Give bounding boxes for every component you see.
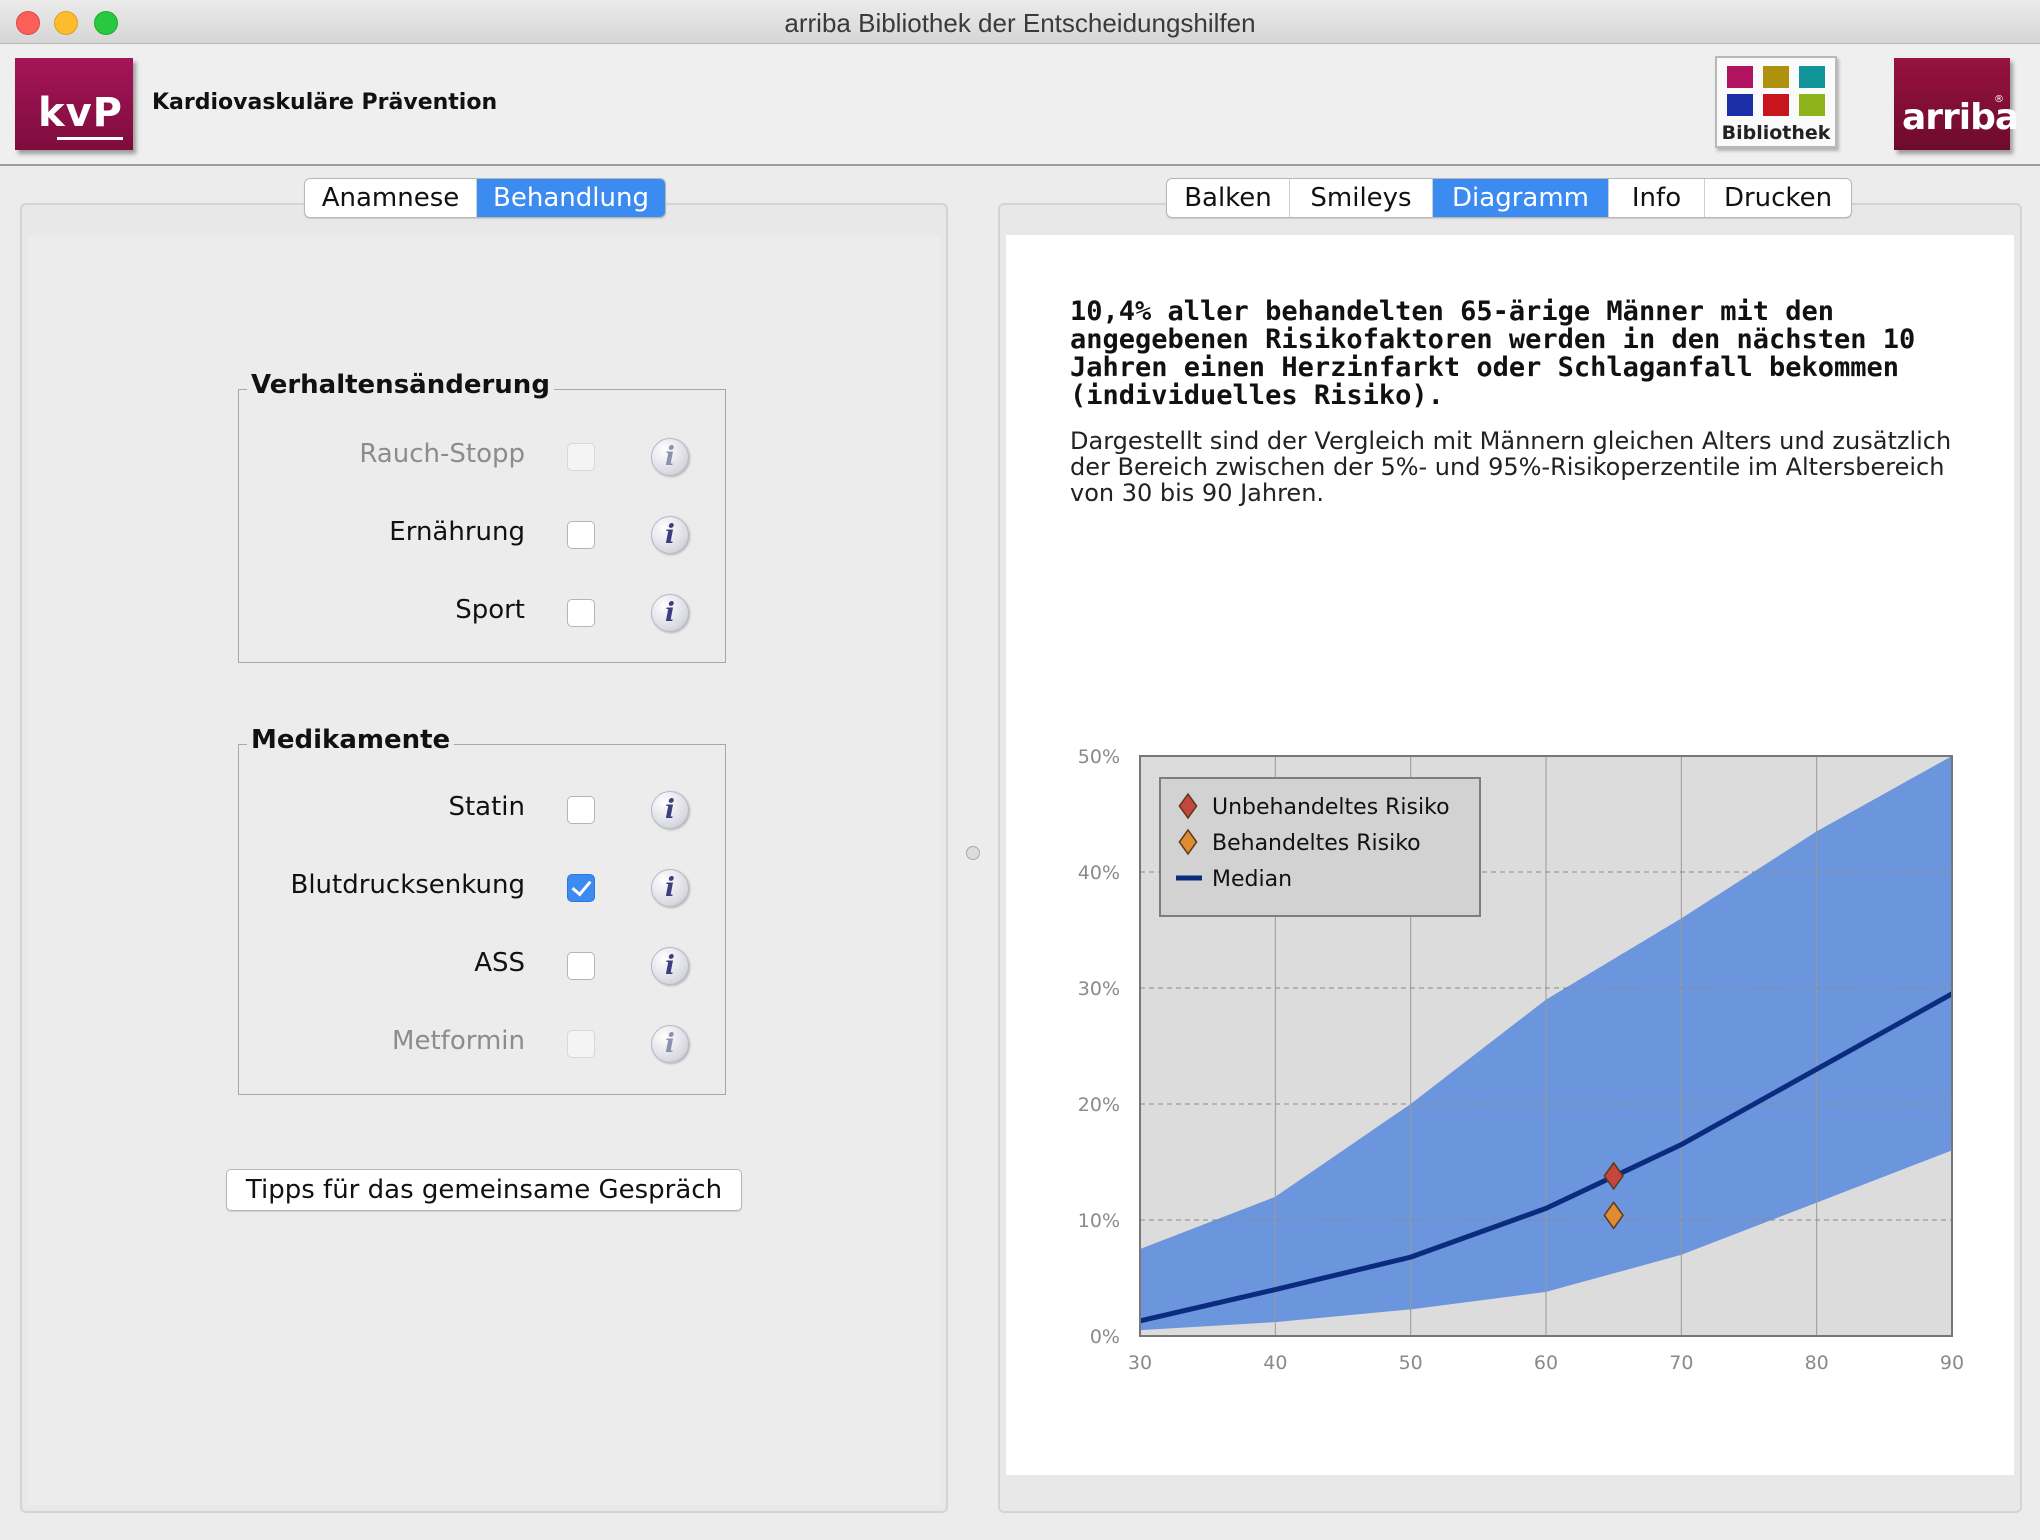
y-tick-label: 50% (1078, 746, 1120, 768)
y-tick-label: 30% (1078, 978, 1120, 1000)
kvp-logo: kvP (15, 58, 133, 150)
tab-anamnese[interactable]: Anamnese (305, 179, 477, 217)
option-row-ernaehrung: Ernährung i (239, 515, 725, 555)
option-row-ass: ASS i (239, 946, 725, 986)
y-tick-label: 10% (1078, 1210, 1120, 1232)
library-tile-icon (1727, 66, 1753, 88)
x-tick-label: 60 (1534, 1352, 1558, 1374)
kvp-logo-text: kvP (38, 90, 123, 136)
left-tab-bar: Anamnese Behandlung (304, 178, 666, 218)
x-tick-label: 90 (1940, 1352, 1964, 1374)
statin-checkbox[interactable] (567, 796, 595, 824)
ernaehrung-checkbox[interactable] (567, 521, 595, 549)
app-header: kvP Kardiovaskuläre Prävention Bibliothe… (0, 44, 2040, 166)
x-tick-label: 70 (1669, 1352, 1693, 1374)
option-label: Ernährung (389, 517, 525, 547)
library-tile-icon (1763, 94, 1789, 116)
y-tick-label: 0% (1090, 1326, 1120, 1348)
title-bar: arriba Bibliothek der Entscheidungshilfe… (0, 0, 2040, 44)
legend-entry: Unbehandeltes Risiko (1212, 795, 1450, 820)
info-icon[interactable]: i (651, 869, 689, 907)
option-label: Sport (455, 595, 525, 625)
risk-chart: 0% 10% 20% 30% 40% 50% 30 40 50 60 70 80 90 Unbehande… (1078, 746, 1964, 1374)
library-button[interactable]: Bibliothek (1715, 56, 1837, 148)
risk-description: Dargestellt sind der Vergleich mit Männe… (1070, 427, 1952, 507)
option-row-sport: Sport i (239, 593, 725, 633)
tab-info[interactable]: Info (1609, 179, 1705, 217)
splitter-handle[interactable] (966, 846, 980, 860)
option-row-blutdrucksenkung: Blutdrucksenkung i (239, 868, 725, 908)
tab-drucken[interactable]: Drucken (1705, 179, 1851, 217)
option-row-rauch-stopp: Rauch-Stopp i (239, 437, 725, 477)
library-tile-icon (1727, 94, 1753, 116)
info-icon[interactable]: i (651, 594, 689, 632)
tab-balken[interactable]: Balken (1167, 179, 1290, 217)
library-tile-icon (1799, 66, 1825, 88)
library-tile-icon (1763, 66, 1789, 88)
behavior-change-group: Verhaltensänderung Rauch-Stopp i Ernähru… (238, 370, 726, 663)
tips-button[interactable]: Tipps für das gemeinsame Gespräch (226, 1169, 742, 1211)
ass-checkbox[interactable] (567, 952, 595, 980)
app-name: Kardiovaskuläre Prävention (152, 90, 498, 115)
tab-behandlung[interactable]: Behandlung (477, 179, 665, 217)
library-label: Bibliothek (1721, 122, 1831, 144)
info-icon[interactable]: i (651, 947, 689, 985)
medication-title: Medikamente (247, 725, 455, 755)
rauch-stopp-checkbox[interactable] (567, 443, 595, 471)
option-label: Rauch-Stopp (359, 439, 525, 469)
library-tile-icon (1799, 94, 1825, 116)
medication-group: Medikamente Statin i Blutdrucksenkung i … (238, 725, 726, 1095)
option-label: Blutdrucksenkung (290, 870, 526, 900)
option-row-statin: Statin i (239, 790, 725, 830)
x-tick-label: 50 (1399, 1352, 1423, 1374)
tab-smileys[interactable]: Smileys (1290, 179, 1433, 217)
info-icon[interactable]: i (651, 516, 689, 554)
option-row-metformin: Metformin i (239, 1024, 725, 1064)
window-title: arriba Bibliothek der Entscheidungshilfe… (784, 8, 1256, 38)
y-tick-label: 20% (1078, 1094, 1120, 1116)
registered-mark-icon: ® (1994, 94, 2004, 105)
sport-checkbox[interactable] (567, 599, 595, 627)
right-tab-bar: Balken Smileys Diagramm Info Drucken (1166, 178, 1852, 218)
metformin-checkbox[interactable] (567, 1030, 595, 1058)
x-tick-label: 80 (1805, 1352, 1829, 1374)
risk-headline: 10,4% aller behandelten 65-ärige Männer … (1070, 296, 1916, 411)
blutdrucksenkung-checkbox[interactable] (567, 874, 595, 902)
option-label: Statin (448, 792, 525, 822)
arriba-logo: arriba ® (1894, 58, 2019, 150)
legend-entry: Behandeltes Risiko (1212, 831, 1421, 856)
option-label: ASS (474, 948, 525, 978)
info-icon[interactable]: i (651, 1025, 689, 1063)
legend-entry: Median (1212, 867, 1292, 892)
x-tick-label: 30 (1128, 1352, 1152, 1374)
x-tick-label: 40 (1263, 1352, 1287, 1374)
option-label: Metformin (392, 1026, 525, 1056)
tab-diagramm[interactable]: Diagramm (1433, 179, 1609, 217)
behavior-change-title: Verhaltensänderung (247, 370, 554, 400)
info-icon[interactable]: i (651, 791, 689, 829)
y-tick-label: 40% (1078, 862, 1120, 884)
info-icon[interactable]: i (651, 438, 689, 476)
